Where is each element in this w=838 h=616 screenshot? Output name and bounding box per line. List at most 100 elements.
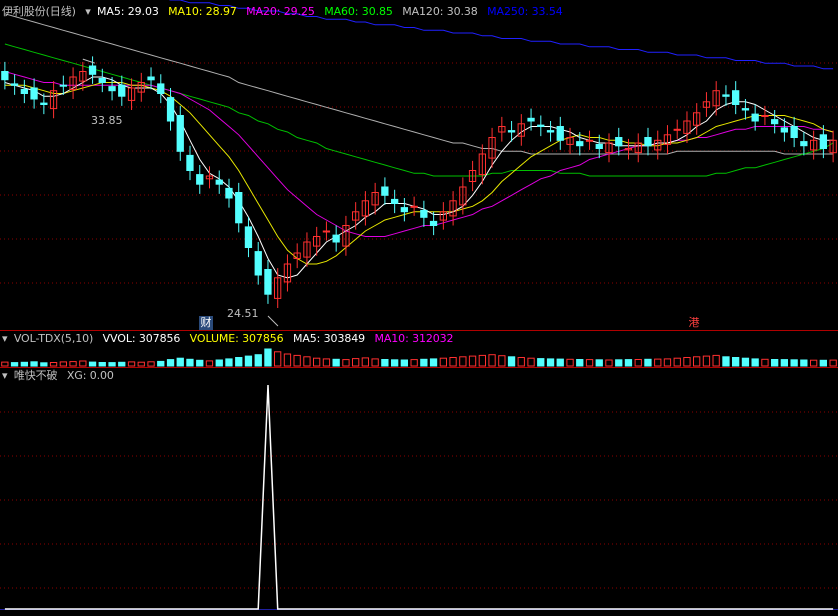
candle-body [98, 77, 106, 84]
volume-bar [157, 360, 165, 367]
volume-bar [819, 359, 828, 367]
candle-body [819, 134, 828, 150]
signal-header: ▾ 唯快不破 XG: 0.00 [2, 368, 120, 384]
ma60-line [4, 43, 834, 177]
volume-bar [283, 353, 292, 367]
candle-body [546, 130, 555, 133]
signal-toggle-icon[interactable]: ▾ [2, 369, 8, 382]
candle-body [332, 234, 340, 243]
candle-body [410, 205, 418, 208]
candle-body [254, 251, 262, 276]
candle-body [400, 207, 409, 213]
volume-bar [410, 359, 418, 367]
volume-bar [381, 359, 389, 367]
indicator-toggle-icon[interactable]: ▾ [85, 5, 91, 18]
volume-bar [556, 358, 564, 367]
volume-bar [468, 355, 477, 367]
volume-bar [293, 354, 301, 367]
volume-bar [30, 361, 38, 367]
candle-body [790, 126, 798, 138]
volume-bar [79, 360, 87, 367]
volume-bar [712, 354, 720, 367]
candle-body [225, 187, 233, 199]
candle-body [10, 83, 19, 86]
candle-body [244, 226, 253, 248]
candle-body [59, 84, 68, 87]
volume-bar [732, 357, 740, 367]
volume-bar [127, 361, 136, 367]
volume-title: VOL-TDX(5,10) [13, 332, 94, 345]
ma250-label: MA250: 33.54 [487, 5, 563, 18]
volume-bar [59, 361, 68, 367]
finance-marker[interactable]: 财 [199, 316, 213, 330]
xg-label: XG: 0.00 [66, 369, 114, 382]
ma20-label: MA20: 29.25 [246, 5, 315, 18]
volume-bar [488, 354, 496, 367]
stock-chart [0, 0, 838, 610]
candle-body [673, 128, 681, 131]
candle-body [118, 84, 126, 97]
vvol-label: VVOL: 307856 [102, 332, 181, 345]
candle-body [732, 90, 740, 105]
volume-bar [215, 359, 223, 367]
volume-bar [264, 348, 272, 367]
volume-bar [166, 359, 175, 367]
volume-bar [186, 358, 194, 367]
hk-connect-marker[interactable]: 港 [687, 316, 701, 330]
volume-bar [196, 359, 204, 367]
xg-signal-line [4, 384, 834, 610]
volume-bar [644, 358, 652, 367]
volume-bar [108, 362, 116, 367]
volume-bar [771, 359, 779, 367]
vol-ma5-label: MA5: 303849 [292, 332, 366, 345]
volume-bar [361, 357, 370, 367]
ma120-label: MA120: 30.38 [402, 5, 478, 18]
candlesticks [1, 56, 837, 308]
price-header: 伊利股份(日线) ▾ MA5: 29.03 MA10: 28.97 MA20: … [2, 4, 569, 20]
candle-body [235, 192, 243, 224]
ma10-label: MA10: 28.97 [168, 5, 237, 18]
volume-bar [176, 357, 184, 367]
candle-body [30, 87, 38, 100]
candle-body [780, 127, 789, 133]
volume-bar [673, 357, 681, 367]
volume-bar [517, 357, 525, 367]
candle-body [108, 86, 116, 92]
volume-bar [322, 358, 331, 367]
candle-body [20, 88, 29, 95]
volume-bar [439, 357, 448, 367]
volume-bar [546, 358, 555, 367]
volume-bar [780, 359, 789, 367]
candle-body [88, 65, 97, 75]
candle-body [507, 130, 516, 133]
volume-bar [741, 357, 750, 367]
volume-bar [585, 359, 594, 367]
candle-body [157, 83, 165, 95]
volume-bar [459, 356, 467, 367]
candle-body [761, 115, 769, 117]
low-price-pointer [267, 315, 279, 327]
volume-bar [88, 361, 97, 367]
volume-bar [137, 361, 145, 367]
volume-bar [332, 358, 340, 367]
volume-label: VOLUME: 307856 [189, 332, 284, 345]
volume-bar [313, 357, 321, 367]
volume-bar [683, 357, 691, 367]
volume-bar [507, 356, 516, 367]
moving-average-lines [4, 0, 834, 279]
candle-body [322, 230, 331, 233]
candle-body [800, 141, 808, 147]
signal-title: 唯快不破 [13, 369, 58, 382]
volume-header: ▾ VOL-TDX(5,10) VVOL: 307856 VOLUME: 307… [2, 331, 459, 347]
candle-body [264, 269, 272, 295]
volume-bar [790, 359, 798, 367]
candle-body [420, 209, 428, 218]
ma60-label: MA60: 30.85 [324, 5, 393, 18]
volume-bar [605, 359, 613, 367]
volume-bar [449, 357, 457, 367]
volume-bar [400, 359, 409, 367]
volume-bar [342, 359, 350, 367]
candle-body [381, 186, 389, 196]
volume-bar [761, 358, 769, 367]
volume-toggle-icon[interactable]: ▾ [2, 332, 8, 345]
